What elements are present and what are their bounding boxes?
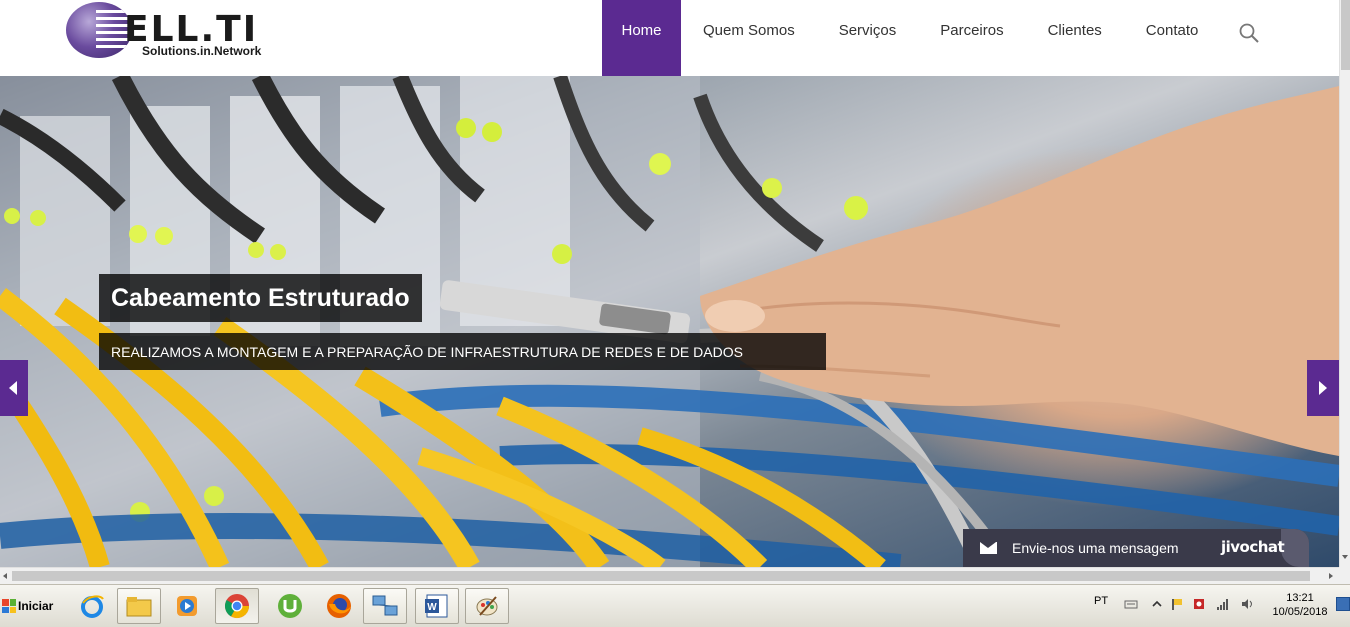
logo-text: ELL.TI — [124, 9, 259, 50]
scrollbar-corner — [1339, 567, 1350, 584]
slider-next-button[interactable] — [1307, 360, 1339, 416]
internet-explorer-icon[interactable] — [70, 588, 114, 624]
scrollbar-thumb[interactable] — [12, 571, 1310, 581]
show-desktop-button[interactable] — [1336, 597, 1350, 611]
paint-icon[interactable] — [465, 588, 509, 624]
jivochat-brand: jivochat — [1221, 538, 1285, 556]
utorrent-icon[interactable] — [268, 588, 312, 624]
site-header: ELL.TI Solutions.in.Network Home Quem So… — [0, 0, 1339, 76]
windows-taskbar: Iniciar W PT 13:21 10/05/2018 — [0, 584, 1350, 627]
network-signal-icon[interactable] — [1216, 597, 1230, 611]
action-center-flag-icon[interactable] — [1170, 597, 1184, 611]
page-horizontal-scrollbar[interactable] — [0, 567, 1339, 584]
scrollbar-thumb[interactable] — [1341, 0, 1350, 70]
hero-subtitle: REALIZAMOS A MONTAGEM E A PREPARAÇÃO DE … — [99, 333, 826, 370]
scroll-right-icon[interactable] — [1329, 573, 1333, 579]
clock-date: 10/05/2018 — [1272, 606, 1328, 618]
slider-prev-button[interactable] — [0, 360, 28, 416]
scroll-down-icon[interactable] — [1342, 555, 1348, 559]
hero-title: Cabeamento Estruturado — [99, 274, 422, 322]
firefox-icon[interactable] — [317, 588, 361, 624]
nav-item-parceiros[interactable]: Parceiros — [918, 0, 1025, 76]
nav-item-clientes[interactable]: Clientes — [1026, 0, 1124, 76]
antivirus-icon[interactable] — [1192, 597, 1206, 611]
file-explorer-icon[interactable] — [117, 588, 161, 624]
start-button[interactable]: Iniciar — [0, 590, 56, 622]
chevron-up-icon[interactable] — [1150, 597, 1164, 611]
clock-time: 13:21 — [1286, 592, 1314, 604]
chrome-icon[interactable] — [215, 588, 259, 624]
search-icon[interactable] — [1238, 22, 1260, 44]
hero-slider: Cabeamento Estruturado REALIZAMOS A MONT… — [0, 76, 1339, 567]
network-app-icon[interactable] — [363, 588, 407, 624]
nav-item-home[interactable]: Home — [602, 0, 681, 76]
taskbar-clock[interactable]: 13:21 10/05/2018 — [1268, 591, 1332, 619]
nav-item-quem-somos[interactable]: Quem Somos — [681, 0, 817, 76]
envelope-icon — [980, 542, 997, 554]
windows-logo-icon — [2, 599, 16, 613]
scroll-left-icon[interactable] — [3, 573, 7, 579]
logo-tagline: Solutions.in.Network — [142, 44, 262, 58]
volume-icon[interactable] — [1240, 597, 1254, 611]
page-vertical-scrollbar[interactable] — [1339, 0, 1350, 567]
nav-item-servicos[interactable]: Serviços — [817, 0, 919, 76]
start-label: Iniciar — [18, 599, 54, 613]
svg-text:W: W — [427, 602, 437, 613]
jivochat-widget[interactable]: Envie-nos uma mensagem jivochat — [963, 529, 1309, 567]
chat-corner — [1281, 529, 1309, 567]
language-indicator[interactable]: PT — [1094, 595, 1108, 607]
logo-globe-icon — [66, 2, 132, 58]
chat-label: Envie-nos uma mensagem — [1012, 540, 1179, 556]
keyboard-icon[interactable] — [1124, 597, 1138, 611]
media-player-icon[interactable] — [165, 588, 209, 624]
nav-item-contato[interactable]: Contato — [1124, 0, 1221, 76]
word-icon[interactable]: W — [415, 588, 459, 624]
site-logo[interactable]: ELL.TI Solutions.in.Network — [66, 2, 306, 60]
main-nav: Home Quem Somos Serviços Parceiros Clien… — [602, 0, 1220, 76]
